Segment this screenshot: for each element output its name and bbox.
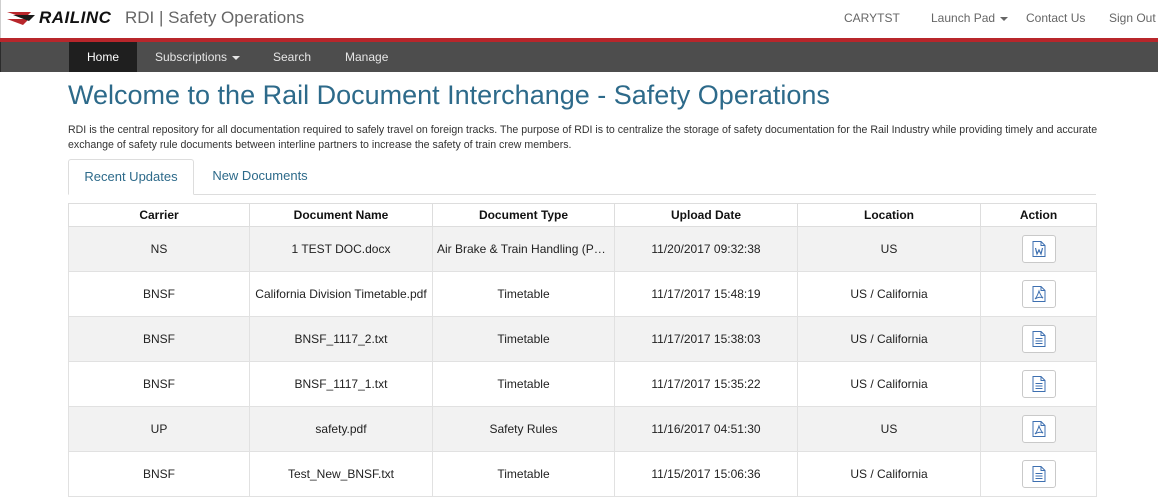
- main-navbar: Home Subscriptions Search Manage: [0, 42, 1158, 72]
- table-row: BNSF Test_New_BNSF.txt Timetable 11/15/2…: [68, 451, 1097, 497]
- intro-text: RDI is the central repository for all do…: [68, 124, 1098, 151]
- chevron-down-icon: [232, 55, 241, 60]
- table-row: NS 1 TEST DOC.docx Air Brake & Train Han…: [68, 226, 1097, 272]
- table-row: UP safety.pdf Safety Rules 11/16/2017 04…: [68, 406, 1097, 452]
- cell-upload-date: 11/15/2017 15:06:36: [614, 451, 798, 497]
- cell-location: US: [797, 226, 981, 272]
- page-title: Welcome to the Rail Document Interchange…: [68, 80, 830, 110]
- cell-action: [980, 451, 1097, 497]
- cell-carrier: NS: [68, 226, 250, 272]
- table-header-row: Carrier Document Name Document Type Uplo…: [68, 203, 1097, 227]
- download-button[interactable]: [1021, 370, 1056, 398]
- cell-carrier: BNSF: [68, 361, 250, 407]
- text-file-icon: [1032, 466, 1045, 482]
- cell-carrier: UP: [68, 406, 250, 452]
- top-header: RAILINC RDI | Safety Operations CARYTST …: [0, 0, 1158, 38]
- cell-location: US / California: [797, 451, 981, 497]
- chevron-down-icon: [1000, 16, 1009, 21]
- launch-pad-menu[interactable]: Launch Pad: [931, 11, 1009, 25]
- cell-document-type: Timetable: [432, 316, 615, 362]
- col-header-document-name[interactable]: Document Name: [249, 203, 433, 227]
- user-name[interactable]: CARYTST: [844, 11, 900, 25]
- nav-subscriptions[interactable]: Subscriptions: [155, 42, 241, 72]
- cell-upload-date: 11/20/2017 09:32:38: [614, 226, 798, 272]
- tab-bar: Recent Updates New Documents: [68, 159, 1096, 195]
- table-row: BNSF BNSF_1117_2.txt Timetable 11/17/201…: [68, 316, 1097, 362]
- nav-home[interactable]: Home: [69, 42, 137, 72]
- cell-action: [980, 361, 1097, 407]
- cell-upload-date: 11/17/2017 15:35:22: [614, 361, 798, 407]
- nav-manage[interactable]: Manage: [345, 42, 388, 72]
- tab-recent-updates[interactable]: Recent Updates: [68, 159, 194, 195]
- cell-document-name: California Division Timetable.pdf: [249, 271, 433, 317]
- cell-action: [980, 226, 1097, 272]
- cell-document-type: Timetable: [432, 361, 615, 407]
- cell-carrier: BNSF: [68, 271, 250, 317]
- cell-document-name: 1 TEST DOC.docx: [249, 226, 433, 272]
- download-button[interactable]: [1021, 460, 1056, 488]
- logo-text: RAILINC: [39, 8, 112, 27]
- tab-new-documents[interactable]: New Documents: [202, 159, 318, 193]
- pdf-icon: [1032, 421, 1045, 437]
- sign-out-link[interactable]: Sign Out: [1109, 11, 1156, 25]
- cell-document-name: BNSF_1117_2.txt: [249, 316, 433, 362]
- nav-search[interactable]: Search: [273, 42, 311, 72]
- cell-upload-date: 11/17/2017 15:38:03: [614, 316, 798, 362]
- cell-document-type: Timetable: [432, 451, 615, 497]
- cell-location: US / California: [797, 271, 981, 317]
- cell-document-type: Timetable: [432, 271, 615, 317]
- cell-location: US: [797, 406, 981, 452]
- nav-subscriptions-label: Subscriptions: [155, 50, 228, 64]
- table-row: BNSF California Division Timetable.pdf T…: [68, 271, 1097, 317]
- download-button[interactable]: [1021, 280, 1056, 308]
- cell-document-type: Safety Rules: [432, 406, 615, 452]
- cell-action: [980, 271, 1097, 317]
- cell-document-name: safety.pdf: [249, 406, 433, 452]
- download-button[interactable]: [1021, 415, 1056, 443]
- col-header-carrier[interactable]: Carrier: [68, 203, 250, 227]
- cell-location: US / California: [797, 361, 981, 407]
- col-header-upload-date[interactable]: Upload Date: [614, 203, 798, 227]
- launch-pad-label: Launch Pad: [931, 11, 996, 25]
- cell-upload-date: 11/16/2017 04:51:30: [614, 406, 798, 452]
- text-file-icon: [1032, 331, 1045, 347]
- col-header-document-type[interactable]: Document Type: [432, 203, 615, 227]
- cell-location: US / California: [797, 316, 981, 362]
- pdf-icon: [1032, 286, 1045, 302]
- cell-document-type: Air Brake & Train Handling (Part 232): [432, 226, 615, 272]
- app-title: RDI | Safety Operations: [125, 8, 305, 27]
- railinc-logo-icon: [7, 12, 35, 25]
- recent-updates-table: Carrier Document Name Document Type Uplo…: [68, 203, 1097, 497]
- text-file-icon: [1032, 376, 1045, 392]
- railinc-logo[interactable]: RAILINC: [7, 7, 111, 29]
- cell-action: [980, 316, 1097, 362]
- col-header-location[interactable]: Location: [797, 203, 981, 227]
- cell-carrier: BNSF: [68, 316, 250, 362]
- cell-action: [980, 406, 1097, 452]
- cell-upload-date: 11/17/2017 15:48:19: [614, 271, 798, 317]
- col-header-action: Action: [980, 203, 1097, 227]
- table-row: BNSF BNSF_1117_1.txt Timetable 11/17/201…: [68, 361, 1097, 407]
- cell-document-name: BNSF_1117_1.txt: [249, 361, 433, 407]
- download-button[interactable]: [1021, 325, 1056, 353]
- cell-document-name: Test_New_BNSF.txt: [249, 451, 433, 497]
- download-button[interactable]: [1021, 235, 1056, 263]
- contact-us-link[interactable]: Contact Us: [1026, 11, 1085, 25]
- cell-carrier: BNSF: [68, 451, 250, 497]
- word-doc-icon: [1032, 241, 1045, 257]
